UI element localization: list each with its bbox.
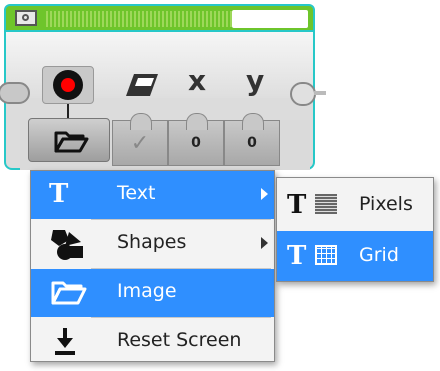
sequence-wire	[314, 91, 326, 95]
submenu-item-grid[interactable]: T Grid	[277, 231, 433, 281]
submenu-item-pixels[interactable]: T Pixels	[277, 180, 433, 230]
download-arrow-icon	[55, 328, 75, 355]
param-header-x: x	[188, 64, 207, 97]
text-grid-icon: T	[287, 241, 307, 271]
submenu-arrow-icon	[261, 188, 268, 200]
menu-item-reset-screen[interactable]: Reset Screen	[31, 318, 274, 366]
text-pixels-icon: T	[287, 190, 307, 220]
menu-item-image[interactable]: Image	[31, 269, 274, 317]
x-param[interactable]: 0	[168, 113, 224, 166]
grid-pattern-icon	[315, 245, 337, 265]
menu-item-label: Shapes	[117, 231, 187, 253]
x-value: 0	[191, 135, 201, 151]
param-header-y: y	[246, 64, 265, 97]
menu-item-label: Reset Screen	[117, 329, 242, 351]
menu-item-label: Text	[117, 182, 156, 204]
display-icon	[15, 10, 37, 26]
folder-icon	[54, 131, 89, 153]
submenu-arrow-icon	[261, 237, 268, 249]
clear-screen-param[interactable]: ✓	[112, 113, 168, 166]
block-title-bar[interactable]	[4, 4, 315, 32]
record-icon[interactable]	[42, 66, 94, 104]
sequence-plug-in[interactable]	[0, 82, 30, 104]
y-value: 0	[247, 135, 257, 151]
menu-item-label: Image	[117, 280, 177, 302]
menu-item-shapes[interactable]: Shapes	[31, 220, 274, 268]
submenu-item-label: Grid	[359, 244, 399, 266]
menu-item-text[interactable]: T Text	[31, 171, 274, 219]
text-submenu: T Pixels T Grid	[276, 177, 434, 282]
y-param[interactable]: 0	[224, 113, 280, 166]
block-comment-slot[interactable]	[232, 10, 308, 28]
submenu-item-label: Pixels	[359, 193, 413, 215]
sequence-plug-out[interactable]	[290, 82, 316, 106]
check-icon: ✓	[130, 131, 150, 156]
eraser-icon	[126, 74, 158, 96]
text-T-icon: T	[49, 179, 69, 209]
pixels-pattern-icon	[315, 194, 337, 214]
shapes-icon	[51, 230, 83, 260]
title-bar-hatch	[46, 11, 236, 27]
mode-menu: T Text Shapes Image Reset Screen	[30, 170, 275, 362]
mode-selector-button[interactable]	[28, 118, 110, 162]
folder-icon	[51, 281, 87, 305]
